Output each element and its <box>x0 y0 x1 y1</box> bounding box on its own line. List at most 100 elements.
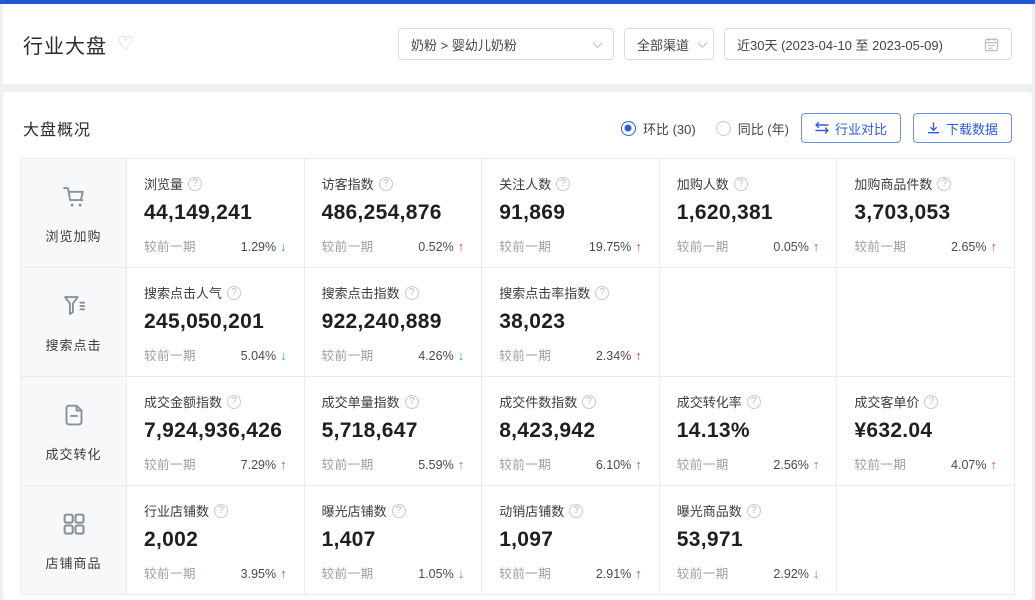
compare-period-label: 较前一期 <box>499 454 551 473</box>
metric-value: 8,423,942 <box>499 419 642 443</box>
row-group-cell: 店铺商品 <box>21 486 127 595</box>
help-icon[interactable]: ? <box>405 395 419 409</box>
table-row: 搜索点击搜索点击人气?245,050,201较前一期5.04%↓搜索点击指数?9… <box>21 268 1015 377</box>
metric-name: 搜索点击率指数 <box>499 283 590 302</box>
metric-name: 成交单量指数 <box>322 392 400 411</box>
help-icon[interactable]: ? <box>188 177 202 191</box>
help-icon[interactable]: ? <box>227 395 241 409</box>
trend-up-arrow-icon: ↑ <box>991 457 998 472</box>
metric-compare-row: 较前一期 0.05% ↑ <box>677 236 820 255</box>
download-icon <box>927 122 940 135</box>
metric-cell: 曝光店铺数?1,407较前一期1.05%↓ <box>304 486 482 595</box>
metric-value: 14.13% <box>677 419 820 443</box>
metric-cell: 关注人数?91,869较前一期19.75%↑ <box>482 159 660 268</box>
help-icon[interactable]: ? <box>556 177 570 191</box>
radio-label: 同比 (年) <box>738 119 789 138</box>
help-icon[interactable]: ? <box>747 395 761 409</box>
metric-name: 曝光店铺数 <box>322 501 387 520</box>
metric-cell: 成交单量指数? 5,718,647 较前一期5.59%↑ <box>304 377 482 486</box>
trend-up-arrow-icon: ↑ <box>813 239 820 254</box>
metric-cell: 搜索点击指数?922,240,889较前一期4.26%↓ <box>304 268 482 377</box>
row-group-label: 店铺商品 <box>21 553 126 572</box>
change-percent: 19.75% <box>589 240 631 254</box>
change-percent: 0.52% <box>418 240 453 254</box>
channel-select[interactable]: 全部渠道 <box>624 28 714 60</box>
document-icon <box>59 417 89 434</box>
trend-up-arrow-icon: ↑ <box>280 457 287 472</box>
download-data-label: 下载数据 <box>946 119 998 138</box>
help-icon[interactable]: ? <box>595 286 609 300</box>
change-percent: 3.95% <box>241 567 276 581</box>
compare-period-label: 较前一期 <box>322 563 374 582</box>
change-percent: 1.29% <box>241 240 276 254</box>
trend-down-arrow-icon: ↓ <box>813 566 820 581</box>
cart-icon <box>59 199 89 216</box>
compare-period-label: 较前一期 <box>677 236 729 255</box>
help-icon[interactable]: ? <box>392 504 406 518</box>
trend-down-arrow-icon: ↓ <box>458 348 465 363</box>
overview-table: 浏览加购浏览量?44,149,241较前一期1.29%↓访客指数?486,254… <box>20 158 1015 595</box>
page-title: 行业大盘 <box>23 30 107 59</box>
date-range-picker[interactable]: 近30天 (2023-04-10 至 2023-05-09) <box>724 28 1012 60</box>
help-icon[interactable]: ? <box>569 504 583 518</box>
metric-compare-row: 较前一期2.92%↓ <box>677 563 820 582</box>
compare-period-label: 较前一期 <box>499 345 551 364</box>
compare-period-label: 较前一期 <box>854 236 906 255</box>
compare-period-label: 较前一期 <box>144 454 196 473</box>
help-icon[interactable]: ? <box>379 177 393 191</box>
metric-name-row: 搜索点击人气? <box>144 283 287 302</box>
compare-period-label: 较前一期 <box>322 454 374 473</box>
favorite-heart-icon[interactable]: ♡ <box>117 35 134 54</box>
metric-name-row: 加购人数? <box>677 174 820 193</box>
help-icon[interactable]: ? <box>747 504 761 518</box>
compare-mode-radio-group: 环比 (30) 同比 (年) <box>621 119 789 138</box>
section-title: 大盘概况 <box>23 116 91 140</box>
metric-name: 加购商品件数 <box>854 174 932 193</box>
category-select[interactable]: 奶粉 > 婴幼儿奶粉 <box>398 28 614 60</box>
metric-name: 成交客单价 <box>854 392 919 411</box>
metric-compare-row: 较前一期5.59%↑ <box>322 454 465 473</box>
metric-cell: 动销店铺数?1,097较前一期2.91%↑ <box>482 486 660 595</box>
help-icon[interactable]: ? <box>405 286 419 300</box>
radio-option-1[interactable]: 同比 (年) <box>716 119 789 138</box>
metric-value: 3,703,053 <box>854 201 997 225</box>
industry-compare-button[interactable]: 行业对比 <box>801 113 901 143</box>
metric-cell: 行业店铺数?2,002较前一期3.95%↑ <box>127 486 305 595</box>
trend-up-arrow-icon: ↑ <box>813 457 820 472</box>
compare-period-label: 较前一期 <box>677 454 729 473</box>
help-icon[interactable]: ? <box>214 504 228 518</box>
help-icon[interactable]: ? <box>227 286 241 300</box>
compare-period-label: 较前一期 <box>499 563 551 582</box>
change-percent: 0.05% <box>773 240 808 254</box>
help-icon[interactable]: ? <box>734 177 748 191</box>
change-percent: 2.65% <box>951 240 986 254</box>
metric-name-row: 关注人数? <box>499 174 642 193</box>
change-percent: 2.56% <box>773 458 808 472</box>
change-percent: 2.92% <box>773 567 808 581</box>
table-row: 成交转化成交金额指数?7,924,936,426较前一期7.29%↑成交单量指数… <box>21 377 1015 486</box>
help-icon[interactable]: ? <box>582 395 596 409</box>
metric-name: 关注人数 <box>499 174 551 193</box>
help-icon[interactable]: ? <box>937 177 951 191</box>
metric-compare-row: 较前一期19.75%↑ <box>499 236 642 255</box>
metric-value: 5,718,647 <box>322 419 465 443</box>
funnel-icon <box>59 308 89 325</box>
page-header: 行业大盘 ♡ 奶粉 > 婴幼儿奶粉 全部渠道 近30天 (2023-04-10 … <box>3 4 1032 84</box>
metric-value: 1,097 <box>499 528 642 552</box>
help-icon[interactable]: ? <box>924 395 938 409</box>
empty-cell <box>837 486 1015 595</box>
metric-cell: 成交金额指数?7,924,936,426较前一期7.29%↑ <box>127 377 305 486</box>
row-group-label: 成交转化 <box>21 444 126 463</box>
trend-up-arrow-icon: ↑ <box>635 239 642 254</box>
metric-name-row: 成交金额指数? <box>144 392 287 411</box>
download-data-button[interactable]: 下载数据 <box>913 113 1012 143</box>
metric-value: 1,407 <box>322 528 465 552</box>
trend-down-arrow-icon: ↓ <box>280 348 287 363</box>
metric-name-row: 访客指数? <box>322 174 465 193</box>
grid-icon <box>59 526 89 543</box>
change-percent: 2.34% <box>596 349 631 363</box>
radio-option-0[interactable]: 环比 (30) <box>621 119 696 138</box>
metric-name-row: 成交转化率? <box>677 392 820 411</box>
metric-cell: 成交件数指数?8,423,942较前一期6.10%↑ <box>482 377 660 486</box>
metric-value: ¥632.04 <box>854 419 997 443</box>
